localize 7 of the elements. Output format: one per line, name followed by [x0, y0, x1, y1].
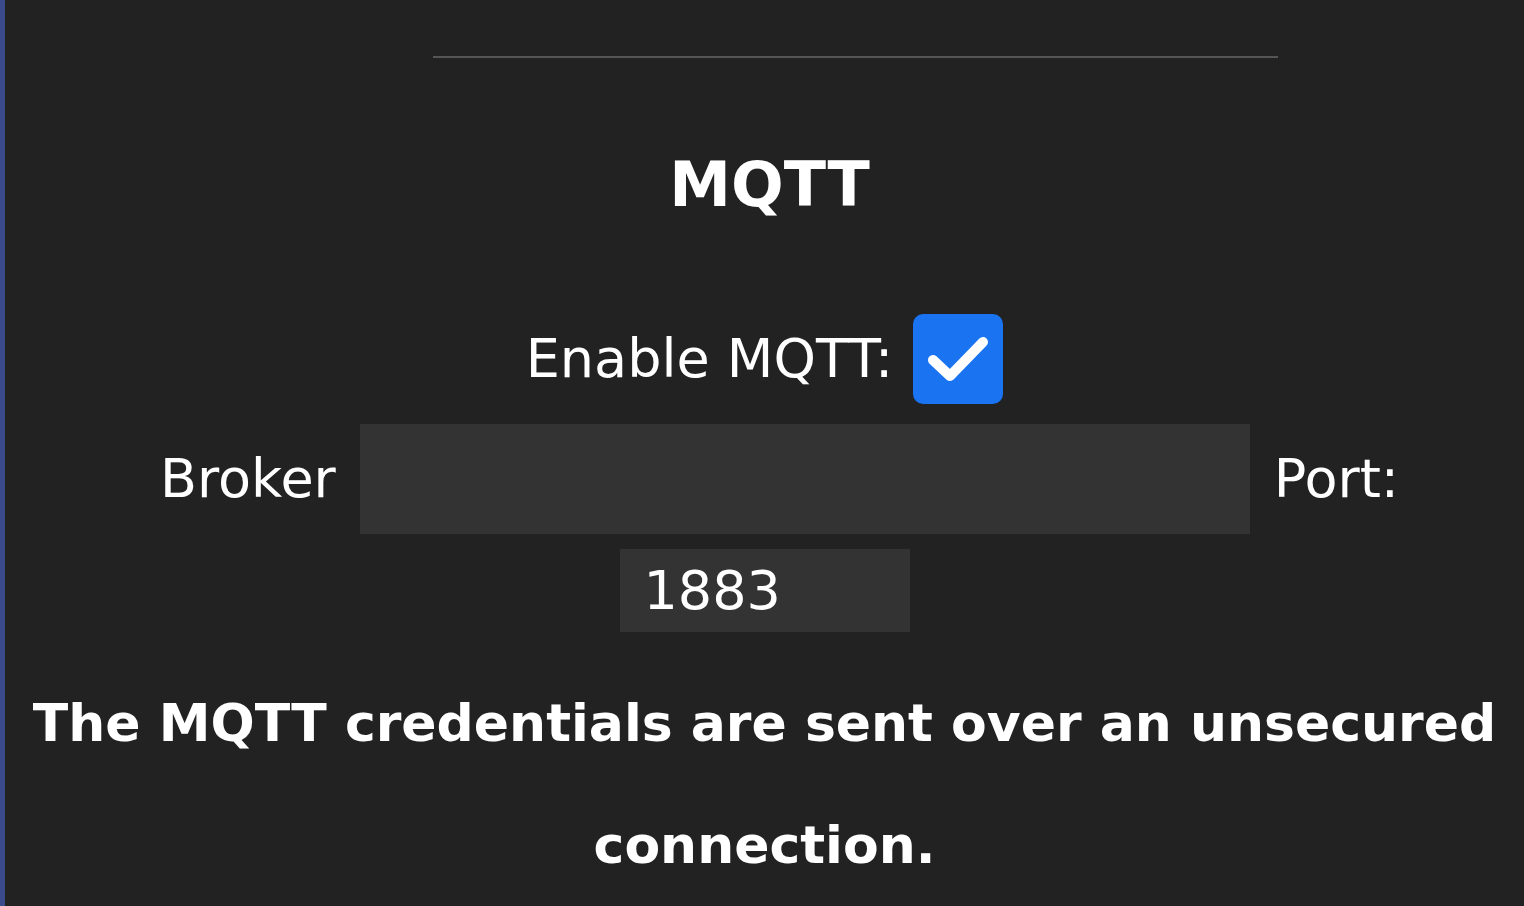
enable-checkbox[interactable]	[913, 314, 1004, 405]
broker-label: Broker	[159, 452, 336, 507]
port-field[interactable]: 1883	[619, 549, 910, 632]
security-notice: The MQTT credentials are sent over an unsecured connection.	[31, 692, 1498, 877]
section-title: MQTT	[669, 154, 870, 217]
port-label: Port:	[1273, 452, 1400, 507]
enable-label: Enable MQTT:	[525, 332, 894, 387]
